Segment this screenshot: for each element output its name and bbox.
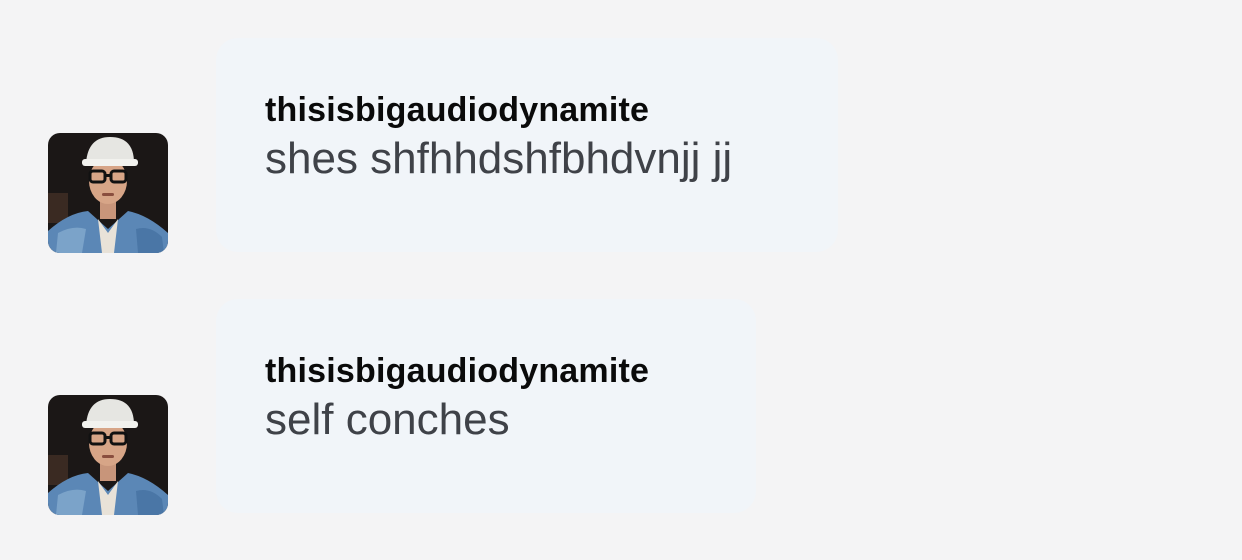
- message-bubble[interactable]: thisisbigaudiodynamite shes shfhhdshfbhd…: [216, 38, 838, 252]
- user-avatar[interactable]: [48, 395, 168, 515]
- message-text: self conches: [265, 395, 510, 444]
- message-username[interactable]: thisisbigaudiodynamite: [265, 351, 756, 391]
- user-photo-avatar-icon: [48, 133, 168, 253]
- message-username[interactable]: thisisbigaudiodynamite: [265, 90, 838, 130]
- user-photo-avatar-icon: [48, 395, 168, 515]
- message-text: shes shfhhdshfbhdvnjj jj: [265, 134, 733, 183]
- user-avatar[interactable]: [48, 133, 168, 253]
- message-bubble[interactable]: thisisbigaudiodynamite self conches: [216, 299, 756, 513]
